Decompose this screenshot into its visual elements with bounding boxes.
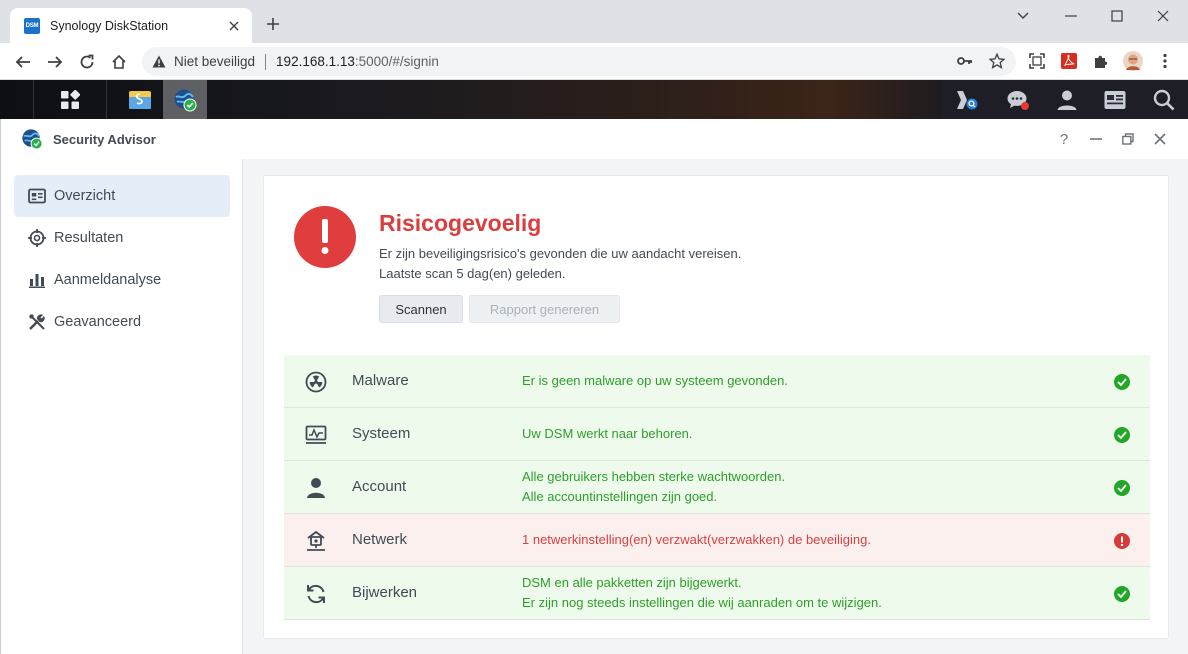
- browser-toolbar: Niet beveiligd 192.168.1.13 :5000/#/sign…: [0, 43, 1188, 80]
- file-station-taskbar-icon[interactable]: [118, 80, 162, 119]
- result-message-line: DSM en alle pakketten zijn bijgewerkt.: [522, 575, 742, 590]
- ok-check-icon: [1114, 374, 1130, 390]
- help-button[interactable]: ?: [1054, 129, 1074, 149]
- security-advisor-taskbar-icon[interactable]: [163, 80, 207, 119]
- url-host: 192.168.1.13: [276, 54, 355, 69]
- result-message-line: Er zijn nog steeds instellingen die wij …: [522, 595, 882, 610]
- browser-menu-icon[interactable]: [1153, 49, 1177, 73]
- close-window-button[interactable]: [1140, 4, 1186, 28]
- sidebar-item-geavanceerd[interactable]: Geavanceerd: [14, 301, 230, 343]
- status-title: Risicogevoelig: [379, 210, 542, 236]
- widgets-icon[interactable]: [1103, 89, 1127, 111]
- maximize-window-button[interactable]: [1094, 4, 1140, 28]
- notifications-chat-icon[interactable]: [1005, 88, 1031, 112]
- result-message-line: Alle accountinstellingen zijn goed.: [522, 489, 718, 504]
- radiation-icon: [304, 370, 328, 394]
- refresh-icon: [304, 582, 328, 606]
- ok-check-icon: [1114, 480, 1130, 496]
- result-name: Bijwerken: [352, 584, 418, 601]
- result-message-line: Er is geen malware op uw systeem gevonde…: [522, 373, 788, 388]
- result-message: 1 netwerkinstelling(en) verzwakt(verzwak…: [522, 530, 871, 550]
- result-name: Account: [352, 478, 407, 495]
- search-icon[interactable]: [1152, 88, 1176, 112]
- sidebar-item-label: Geavanceerd: [54, 314, 142, 330]
- result-message: DSM en alle pakketten zijn bijgewerkt. E…: [522, 573, 882, 613]
- browser-tab[interactable]: DSM Synology DiskStation: [10, 8, 252, 43]
- status-description: Er zijn beveiligingsrisico's gevonden di…: [379, 246, 742, 261]
- bar-chart-icon: [27, 270, 47, 290]
- restore-app-button[interactable]: [1118, 129, 1138, 149]
- tab-title: Synology DiskStation: [50, 18, 169, 33]
- close-app-button[interactable]: [1150, 129, 1170, 149]
- security-advisor-window: Security Advisor ? Overzicht Resultaten: [0, 119, 1188, 654]
- dsm-taskbar: [0, 80, 1188, 119]
- result-message: Uw DSM werkt naar behoren.: [522, 424, 693, 444]
- tab-close-icon[interactable]: [224, 16, 244, 36]
- result-message: Alle gebruikers hebben sterke wachtwoord…: [522, 467, 785, 507]
- dsm-favicon-icon: DSM: [24, 17, 40, 34]
- result-message-line: 1 netwerkinstelling(en) verzwakt(verzwak…: [522, 532, 871, 547]
- main-content: Risicogevoelig Er zijn beveiligingsrisic…: [243, 159, 1188, 654]
- security-advisor-app-icon: [21, 128, 43, 150]
- sidebar-item-label: Overzicht: [54, 188, 116, 204]
- network-icon: [304, 529, 328, 553]
- screen-capture-icon[interactable]: [1025, 49, 1049, 73]
- warning-exclamation-icon: [1114, 533, 1130, 549]
- result-row-systeem[interactable]: Systeem Uw DSM werkt naar behoren.: [284, 408, 1150, 461]
- home-icon[interactable]: [108, 51, 130, 73]
- result-message-line: Alle gebruikers hebben sterke wachtwoord…: [522, 469, 786, 484]
- user-account-icon[interactable]: [1055, 88, 1079, 112]
- overview-panel: Risicogevoelig Er zijn beveiligingsrisic…: [263, 175, 1169, 639]
- not-secure-label[interactable]: Niet beveiligd: [174, 54, 255, 69]
- scan-button[interactable]: Scannen: [379, 295, 463, 323]
- ok-check-icon: [1114, 427, 1130, 443]
- tools-icon: [27, 312, 47, 332]
- url-path: :5000/#/signin: [354, 54, 439, 69]
- back-arrow-icon[interactable]: [12, 51, 34, 73]
- profile-avatar[interactable]: [1121, 49, 1145, 73]
- sidebar-item-resultaten[interactable]: Resultaten: [14, 217, 230, 259]
- monitor-icon: [304, 423, 328, 447]
- target-icon: [27, 228, 47, 248]
- overview-icon: [27, 186, 47, 206]
- result-message: Er is geen malware op uw systeem gevonde…: [522, 371, 788, 391]
- sidebar-item-aanmeldanalyse[interactable]: Aanmeldanalyse: [14, 259, 230, 301]
- result-row-netwerk[interactable]: Netwerk 1 netwerkinstelling(en) verzwakt…: [284, 514, 1150, 567]
- address-bar[interactable]: Niet beveiligd 192.168.1.13 :5000/#/sign…: [142, 47, 1016, 76]
- result-row-malware[interactable]: Malware Er is geen malware op uw systeem…: [284, 355, 1150, 408]
- minimize-window-button[interactable]: [1048, 4, 1094, 28]
- generate-report-button[interactable]: Rapport genereren: [469, 295, 620, 323]
- minimize-app-button[interactable]: [1086, 129, 1106, 149]
- user-icon: [304, 476, 328, 500]
- window-title: Security Advisor: [53, 131, 156, 147]
- result-name: Systeem: [352, 425, 411, 442]
- pdf-extension-icon[interactable]: [1057, 49, 1081, 73]
- extensions-puzzle-icon[interactable]: [1089, 49, 1113, 73]
- result-row-account[interactable]: Account Alle gebruikers hebben sterke wa…: [284, 461, 1150, 514]
- result-row-bijwerken[interactable]: Bijwerken DSM en alle pakketten zijn bij…: [284, 567, 1150, 620]
- sidebar-item-label: Aanmeldanalyse: [54, 272, 162, 288]
- taskbar-right-tray: [942, 80, 1188, 119]
- key-icon[interactable]: [953, 49, 977, 73]
- tab-search-chevron-icon[interactable]: [1000, 4, 1046, 28]
- sidebar: Overzicht Resultaten Aanmeldanalyse Geav…: [1, 159, 243, 654]
- universal-search-icon[interactable]: [954, 88, 980, 112]
- reload-icon[interactable]: [76, 51, 98, 73]
- sidebar-item-label: Resultaten: [54, 230, 124, 246]
- omnibox-separator: [265, 53, 267, 70]
- ok-check-icon: [1114, 586, 1130, 602]
- new-tab-button[interactable]: [262, 14, 284, 36]
- result-message-line: Uw DSM werkt naar behoren.: [522, 426, 693, 441]
- bookmark-star-icon[interactable]: [985, 49, 1009, 73]
- window-header: Security Advisor ?: [1, 119, 1188, 159]
- result-name: Netwerk: [352, 531, 408, 548]
- browser-titlebar: DSM Synology DiskStation: [0, 0, 1188, 43]
- risk-alert-icon: [294, 206, 356, 268]
- main-menu-button[interactable]: [33, 80, 107, 119]
- sidebar-item-overzicht[interactable]: Overzicht: [14, 175, 230, 217]
- forward-arrow-icon[interactable]: [44, 51, 66, 73]
- result-name: Malware: [352, 372, 409, 389]
- warning-triangle-icon[interactable]: [152, 55, 166, 69]
- last-scan-text: Laatste scan 5 dag(en) geleden.: [379, 266, 566, 281]
